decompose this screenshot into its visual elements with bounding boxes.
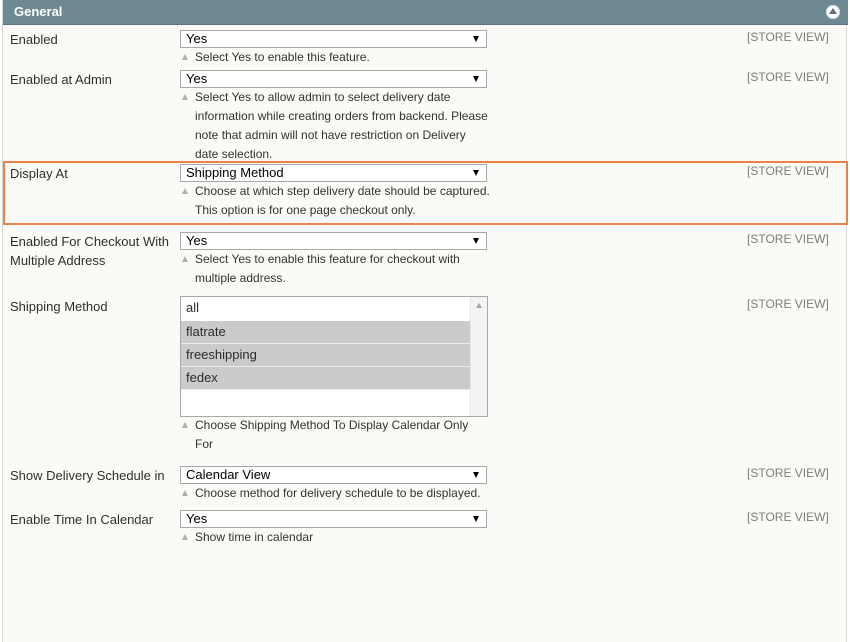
display-at-hint: Choose at which step delivery date shoul… <box>180 182 490 220</box>
time-in-calendar-hint: Show time in calendar <box>180 528 490 547</box>
shipping-option-freeshipping[interactable]: freeshipping <box>181 344 470 367</box>
delivery-schedule-select[interactable]: Calendar View <box>180 466 487 484</box>
multiselect-scrollbar[interactable] <box>470 297 487 416</box>
display-at-label: Display At <box>10 166 68 181</box>
delivery-schedule-hint-text: Choose method for delivery schedule to b… <box>195 486 481 500</box>
enabled-at-admin-hint-text: Select Yes to allow admin to select deli… <box>195 90 488 161</box>
hint-arrow-icon <box>182 94 188 100</box>
hint-arrow-icon <box>182 256 188 262</box>
display-at-select-value: Shipping Method <box>186 165 284 180</box>
enabled-at-admin-label: Enabled at Admin <box>10 72 112 87</box>
hint-arrow-icon <box>182 490 188 496</box>
dropdown-arrow-icon <box>473 238 479 244</box>
enabled-at-admin-scope: [STORE VIEW] <box>747 70 829 84</box>
time-in-calendar-select[interactable]: Yes <box>180 510 487 528</box>
hint-arrow-icon <box>182 188 188 194</box>
section-title: General <box>14 4 63 19</box>
enabled-scope: [STORE VIEW] <box>747 30 829 44</box>
dropdown-arrow-icon <box>473 516 479 522</box>
shipping-option-fedex[interactable]: fedex <box>181 367 470 390</box>
enabled-select[interactable]: Yes <box>180 30 487 48</box>
multiple-address-label: Enabled For Checkout With Multiple Addre… <box>10 234 169 268</box>
multiple-address-select-value: Yes <box>186 233 208 248</box>
scroll-up-arrow-icon[interactable] <box>476 303 482 308</box>
shipping-method-label: Shipping Method <box>10 299 108 314</box>
shipping-option-all[interactable]: all <box>181 297 470 320</box>
dropdown-arrow-icon <box>473 472 479 478</box>
dropdown-arrow-icon <box>473 76 479 82</box>
shipping-method-hint-text: Choose Shipping Method To Display Calend… <box>195 418 469 451</box>
dropdown-arrow-icon <box>473 170 479 176</box>
hint-arrow-icon <box>182 534 188 540</box>
collapse-icon[interactable] <box>826 5 840 19</box>
enabled-hint: Select Yes to enable this feature. <box>180 48 490 67</box>
delivery-schedule-select-value: Calendar View <box>186 467 271 482</box>
enabled-select-value: Yes <box>186 31 208 46</box>
display-at-scope: [STORE VIEW] <box>747 164 829 178</box>
shipping-method-hint: Choose Shipping Method To Display Calend… <box>180 416 480 454</box>
time-in-calendar-label: Enable Time In Calendar <box>10 512 154 527</box>
hint-arrow-icon <box>182 54 188 60</box>
time-in-calendar-scope: [STORE VIEW] <box>747 510 829 524</box>
delivery-schedule-label: Show Delivery Schedule in <box>10 468 165 483</box>
time-in-calendar-select-value: Yes <box>186 511 208 526</box>
multiple-address-hint-text: Select Yes to enable this feature for ch… <box>195 252 460 285</box>
enabled-label: Enabled <box>10 32 58 47</box>
section-header[interactable]: General <box>3 0 848 25</box>
multiple-address-hint: Select Yes to enable this feature for ch… <box>180 250 490 288</box>
time-in-calendar-hint-text: Show time in calendar <box>195 530 314 544</box>
display-at-hint-text: Choose at which step delivery date shoul… <box>195 184 490 217</box>
multiple-address-select[interactable]: Yes <box>180 232 487 250</box>
enabled-at-admin-hint: Select Yes to allow admin to select deli… <box>180 88 490 164</box>
enabled-at-admin-select-value: Yes <box>186 71 208 86</box>
display-at-select[interactable]: Shipping Method <box>180 164 487 182</box>
multiple-address-scope: [STORE VIEW] <box>747 232 829 246</box>
hint-arrow-icon <box>182 422 188 428</box>
shipping-option-flatrate[interactable]: flatrate <box>181 321 470 344</box>
delivery-schedule-hint: Choose method for delivery schedule to b… <box>180 484 490 503</box>
shipping-method-scope: [STORE VIEW] <box>747 297 829 311</box>
dropdown-arrow-icon <box>473 36 479 42</box>
enabled-at-admin-select[interactable]: Yes <box>180 70 487 88</box>
shipping-method-multiselect[interactable]: all flatrate freeshipping fedex <box>180 296 488 417</box>
enabled-hint-text: Select Yes to enable this feature. <box>195 50 370 64</box>
delivery-schedule-scope: [STORE VIEW] <box>747 466 829 480</box>
